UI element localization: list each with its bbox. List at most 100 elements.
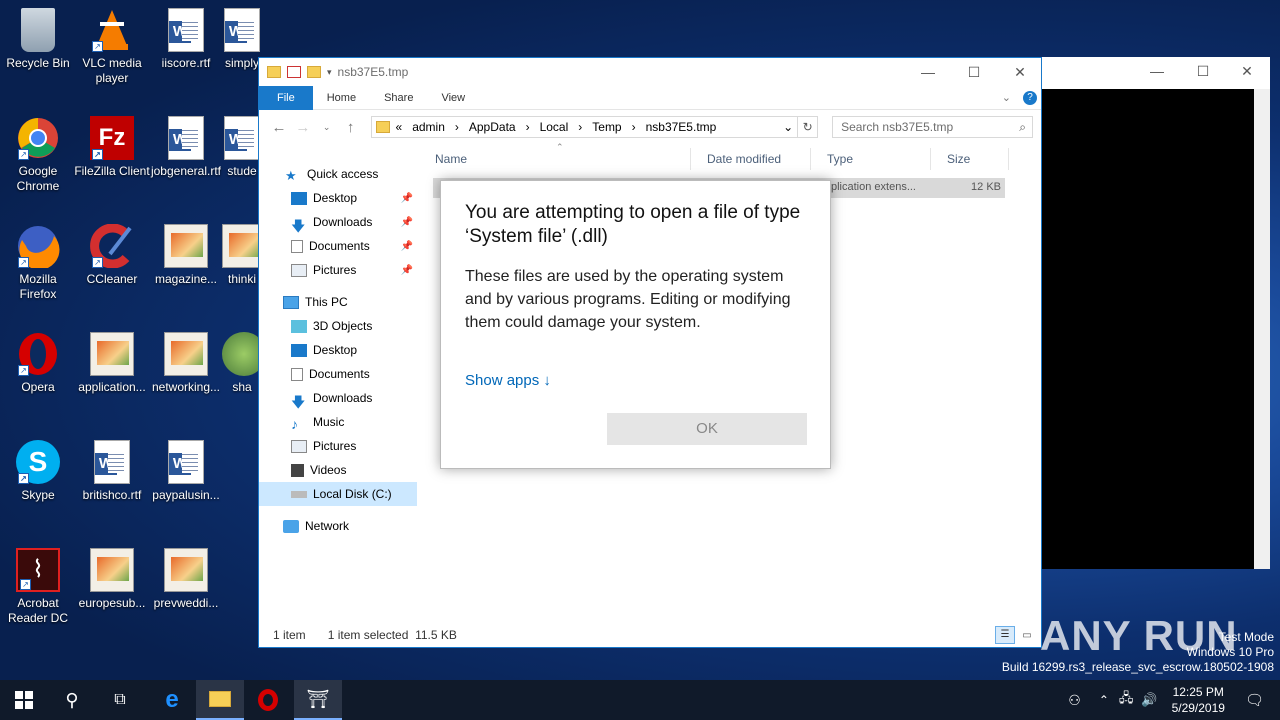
nav-network[interactable]: Network xyxy=(259,514,417,538)
maximize-button[interactable]: ☐ xyxy=(1180,57,1226,85)
properties-icon[interactable] xyxy=(287,66,301,78)
tab-share[interactable]: Share xyxy=(370,86,427,110)
desktop-icon-ccleaner[interactable]: ↗ CCleaner xyxy=(74,223,150,287)
desktop-icon-stude[interactable]: stude xyxy=(222,116,262,179)
desktop-icon-acrobat[interactable]: ⌇ ↗ Acrobat Reader DC xyxy=(0,548,76,626)
nav-downloads[interactable]: 🡇 Downloads xyxy=(259,386,417,410)
breadcrumb-local[interactable]: Local xyxy=(540,120,569,134)
qat-dropdown-icon[interactable]: ▾ xyxy=(327,67,332,78)
desktop-icon-recycle-bin[interactable]: Recycle Bin xyxy=(0,8,76,71)
pin-icon[interactable]: 📌 xyxy=(401,241,413,252)
console-scrollbar[interactable] xyxy=(1254,89,1270,569)
desktop-icon-prevweddi[interactable]: prevweddi... xyxy=(148,548,224,611)
console-window[interactable]: — ☐ ✕ xyxy=(1042,57,1270,569)
breadcrumb-current[interactable]: nsb37E5.tmp xyxy=(646,120,717,134)
open-file-dialog[interactable]: You are attempting to open a file of typ… xyxy=(440,180,831,469)
show-hidden-icons[interactable]: ⌃ xyxy=(1099,693,1109,707)
breadcrumb-appdata[interactable]: AppData xyxy=(469,120,516,134)
close-button[interactable]: ✕ xyxy=(997,58,1043,86)
forward-button[interactable]: → xyxy=(291,119,315,136)
close-button[interactable]: ✕ xyxy=(1224,57,1270,85)
volume-icon[interactable]: 🔊 xyxy=(1141,692,1157,708)
nav-music[interactable]: ♪ Music xyxy=(259,410,417,434)
desktop-icon-opera[interactable]: ↗ Opera xyxy=(0,332,76,395)
chevron-right-icon[interactable]: › xyxy=(455,120,459,134)
nav-qa-documents[interactable]: Documents 📌 xyxy=(259,234,417,258)
taskbar-explorer[interactable] xyxy=(196,680,244,720)
navigation-pane[interactable]: ★ Quick access Desktop 📌 🡇 Downloads 📌 Docum… xyxy=(259,148,417,628)
breadcrumb-temp[interactable]: Temp xyxy=(592,120,621,134)
desktop-icon-iiscore[interactable]: iiscore.rtf xyxy=(148,8,224,71)
nav-3d-objects[interactable]: 3D Objects xyxy=(259,314,417,338)
minimize-button[interactable]: — xyxy=(905,58,951,86)
search-input[interactable]: Search nsb37E5.tmp ⌕ xyxy=(832,116,1034,138)
desktop-icon-simply[interactable]: simply xyxy=(222,8,262,71)
chevron-right-icon[interactable]: › xyxy=(578,120,582,134)
pin-icon[interactable]: 📌 xyxy=(401,265,413,276)
nav-qa-desktop[interactable]: Desktop 📌 xyxy=(259,186,417,210)
maximize-button[interactable]: ☐ xyxy=(951,58,997,86)
chevron-right-icon[interactable]: › xyxy=(632,120,636,134)
action-center-icon[interactable]: 🗨 xyxy=(1245,691,1264,709)
desktop-icon-application[interactable]: application... xyxy=(74,332,150,395)
tab-view[interactable]: View xyxy=(427,86,479,110)
nav-documents[interactable]: Documents xyxy=(259,362,417,386)
column-name[interactable]: Name xyxy=(419,148,691,170)
desktop-icon-paypalusin[interactable]: paypalusin... xyxy=(148,440,224,503)
people-icon[interactable]: ⚇ xyxy=(1068,692,1081,709)
nav-this-pc[interactable]: This PC xyxy=(259,290,417,314)
desktop-icon-skype[interactable]: S ↗ Skype xyxy=(0,440,76,503)
desktop-icon-magazine[interactable]: magazine... xyxy=(148,224,224,287)
address-bar[interactable]: « admin › AppData › Local › Temp › nsb37E5.t… xyxy=(370,116,799,138)
back-button[interactable]: ← xyxy=(267,119,291,136)
nav-local-disk[interactable]: Local Disk (C:) xyxy=(259,482,417,506)
search-button[interactable]: ⚲ xyxy=(48,680,96,720)
tab-file[interactable]: File xyxy=(259,85,313,110)
title-bar[interactable]: ▾ nsb37E5.tmp — ☐ ✕ xyxy=(259,58,1041,86)
desktop-icon-filezilla[interactable]: Fz ↗ FileZilla Client xyxy=(74,116,150,179)
nav-pictures[interactable]: Pictures xyxy=(259,434,417,458)
breadcrumb-overflow[interactable]: « xyxy=(396,120,403,134)
pin-icon[interactable]: 📌 xyxy=(401,193,413,204)
desktop-icon-chrome[interactable]: ↗ Google Chrome xyxy=(0,116,76,194)
nav-quick-access[interactable]: ★ Quick access xyxy=(259,162,417,186)
up-button[interactable]: ↑ xyxy=(339,119,363,136)
taskbar-opera[interactable] xyxy=(244,680,292,720)
nav-videos[interactable]: Videos xyxy=(259,458,417,482)
nav-label: Pictures xyxy=(313,439,357,453)
desktop-icon-firefox[interactable]: ↗ Mozilla Firefox xyxy=(0,224,76,302)
nav-desktop[interactable]: Desktop xyxy=(259,338,417,362)
address-dropdown-icon[interactable]: ⌄ xyxy=(783,120,793,134)
expand-ribbon-icon[interactable]: ⌄ xyxy=(1002,91,1011,104)
column-date-modified[interactable]: Date modified xyxy=(691,148,811,170)
console-output[interactable] xyxy=(1042,89,1254,569)
ok-button[interactable]: OK xyxy=(607,413,807,445)
desktop-icon-vlc[interactable]: ↗ VLC media player xyxy=(74,8,150,86)
tab-home[interactable]: Home xyxy=(313,86,370,110)
desktop-icon-networking[interactable]: networking... xyxy=(148,332,224,395)
desktop-icon-jobgeneral[interactable]: jobgeneral.rtf xyxy=(148,116,224,179)
nav-qa-pictures[interactable]: Pictures 📌 xyxy=(259,258,417,282)
help-icon[interactable]: ? xyxy=(1023,90,1037,105)
new-folder-icon[interactable] xyxy=(307,66,321,78)
refresh-button[interactable]: ↻ xyxy=(798,116,819,138)
start-button[interactable] xyxy=(0,680,48,720)
pin-icon[interactable]: 📌 xyxy=(401,217,413,228)
desktop-icon-sha[interactable]: sha xyxy=(222,332,262,395)
breadcrumb-admin[interactable]: admin xyxy=(412,120,445,134)
nav-qa-downloads[interactable]: 🡇 Downloads 📌 xyxy=(259,210,417,234)
network-tray-icon[interactable]: 🖧 xyxy=(1119,689,1134,711)
taskbar-network-app[interactable]: ⛩ xyxy=(294,680,342,720)
column-type[interactable]: Type xyxy=(811,148,931,170)
column-size[interactable]: Size xyxy=(931,148,1009,170)
desktop-icon-europesub[interactable]: europesub... xyxy=(74,548,150,611)
minimize-button[interactable]: — xyxy=(1134,57,1180,85)
recent-locations-icon[interactable]: ⌄ xyxy=(315,122,339,133)
show-apps-link[interactable]: Show apps ↓ xyxy=(465,372,806,389)
desktop-icon-britishco[interactable]: britishco.rtf xyxy=(74,440,150,503)
desktop-icon-thinki[interactable]: thinki xyxy=(222,224,262,287)
clock[interactable]: 12:25 PM 5/29/2019 xyxy=(1172,684,1225,716)
taskbar-edge[interactable]: e xyxy=(148,680,196,720)
chevron-right-icon[interactable]: › xyxy=(526,120,530,134)
task-view-button[interactable]: ⧉ xyxy=(96,680,144,720)
